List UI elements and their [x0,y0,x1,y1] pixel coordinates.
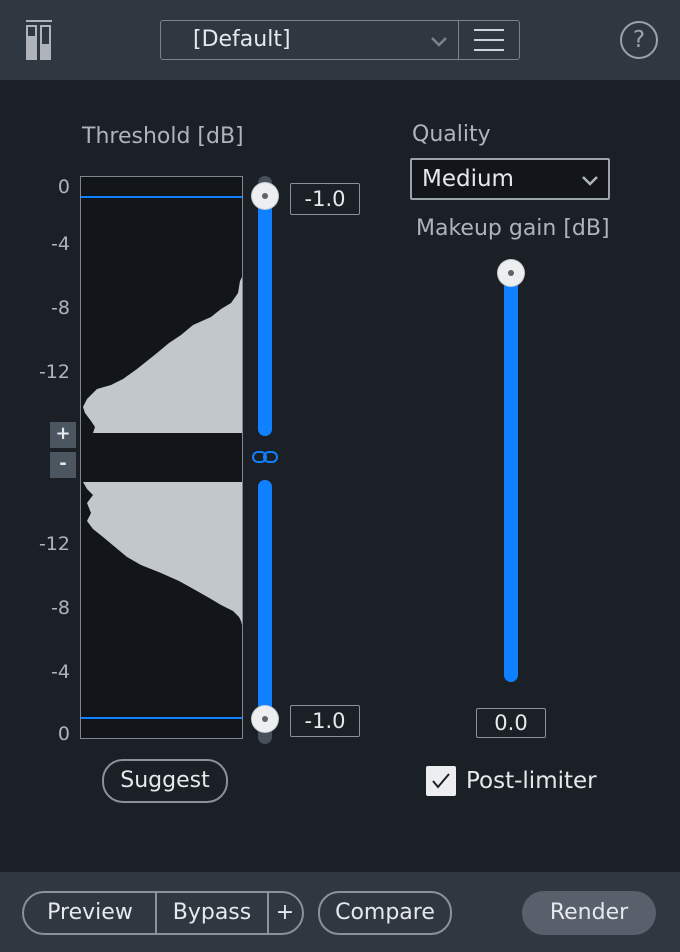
zoom-out-button[interactable]: - [50,452,76,478]
add-button[interactable]: + [268,893,302,933]
makeup-gain-slider[interactable] [504,262,518,682]
tick-label: -12 [38,533,70,555]
tick-label: -4 [51,661,70,683]
post-limiter-label: Post-limiter [466,768,597,794]
chevron-down-icon [431,37,447,47]
meter-bars-icon [26,20,52,60]
quality-select[interactable]: Medium [410,158,610,200]
bottom-threshold-input[interactable]: -1.0 [290,705,360,737]
checkmark-icon [432,773,450,789]
tick-label: 0 [57,176,70,198]
chevron-down-icon [582,176,598,186]
bottom-threshold-fill [258,480,272,726]
histogram-top-half [83,277,242,433]
tick-label: -8 [51,297,70,319]
quality-selected-value: Medium [422,166,514,192]
amplitude-histogram [80,176,243,739]
preset-label: [Default] [193,27,291,52]
tick-label: -4 [51,233,70,255]
help-icon[interactable]: ? [620,21,658,59]
quality-title: Quality [412,122,491,147]
tick-label: -8 [51,597,70,619]
top-threshold-fill [258,190,272,436]
compare-button[interactable]: Compare [318,891,452,935]
hamburger-menu-icon[interactable] [459,21,519,59]
top-threshold-handle[interactable] [252,183,278,209]
histogram-bottom-half [83,482,242,625]
suggest-button[interactable]: Suggest [102,759,228,803]
bottom-threshold-handle[interactable] [252,706,278,732]
tick-label: 0 [57,723,70,745]
post-limiter-checkbox[interactable] [426,766,456,796]
makeup-gain-handle[interactable] [498,260,524,286]
preset-dropdown[interactable]: [Default] [160,20,520,60]
makeup-gain-input[interactable]: 0.0 [476,708,546,738]
transport-group: Preview Bypass + [22,891,304,935]
makeup-gain-title: Makeup gain [dB] [416,216,610,241]
bypass-button[interactable]: Bypass [157,893,267,933]
preview-button[interactable]: Preview [24,893,156,933]
link-icon[interactable] [251,450,279,464]
render-button[interactable]: Render [522,891,656,935]
threshold-title: Threshold [dB] [82,124,244,149]
zoom-in-button[interactable]: + [50,422,76,448]
tick-label: -12 [38,361,70,383]
top-threshold-input[interactable]: -1.0 [290,183,360,215]
